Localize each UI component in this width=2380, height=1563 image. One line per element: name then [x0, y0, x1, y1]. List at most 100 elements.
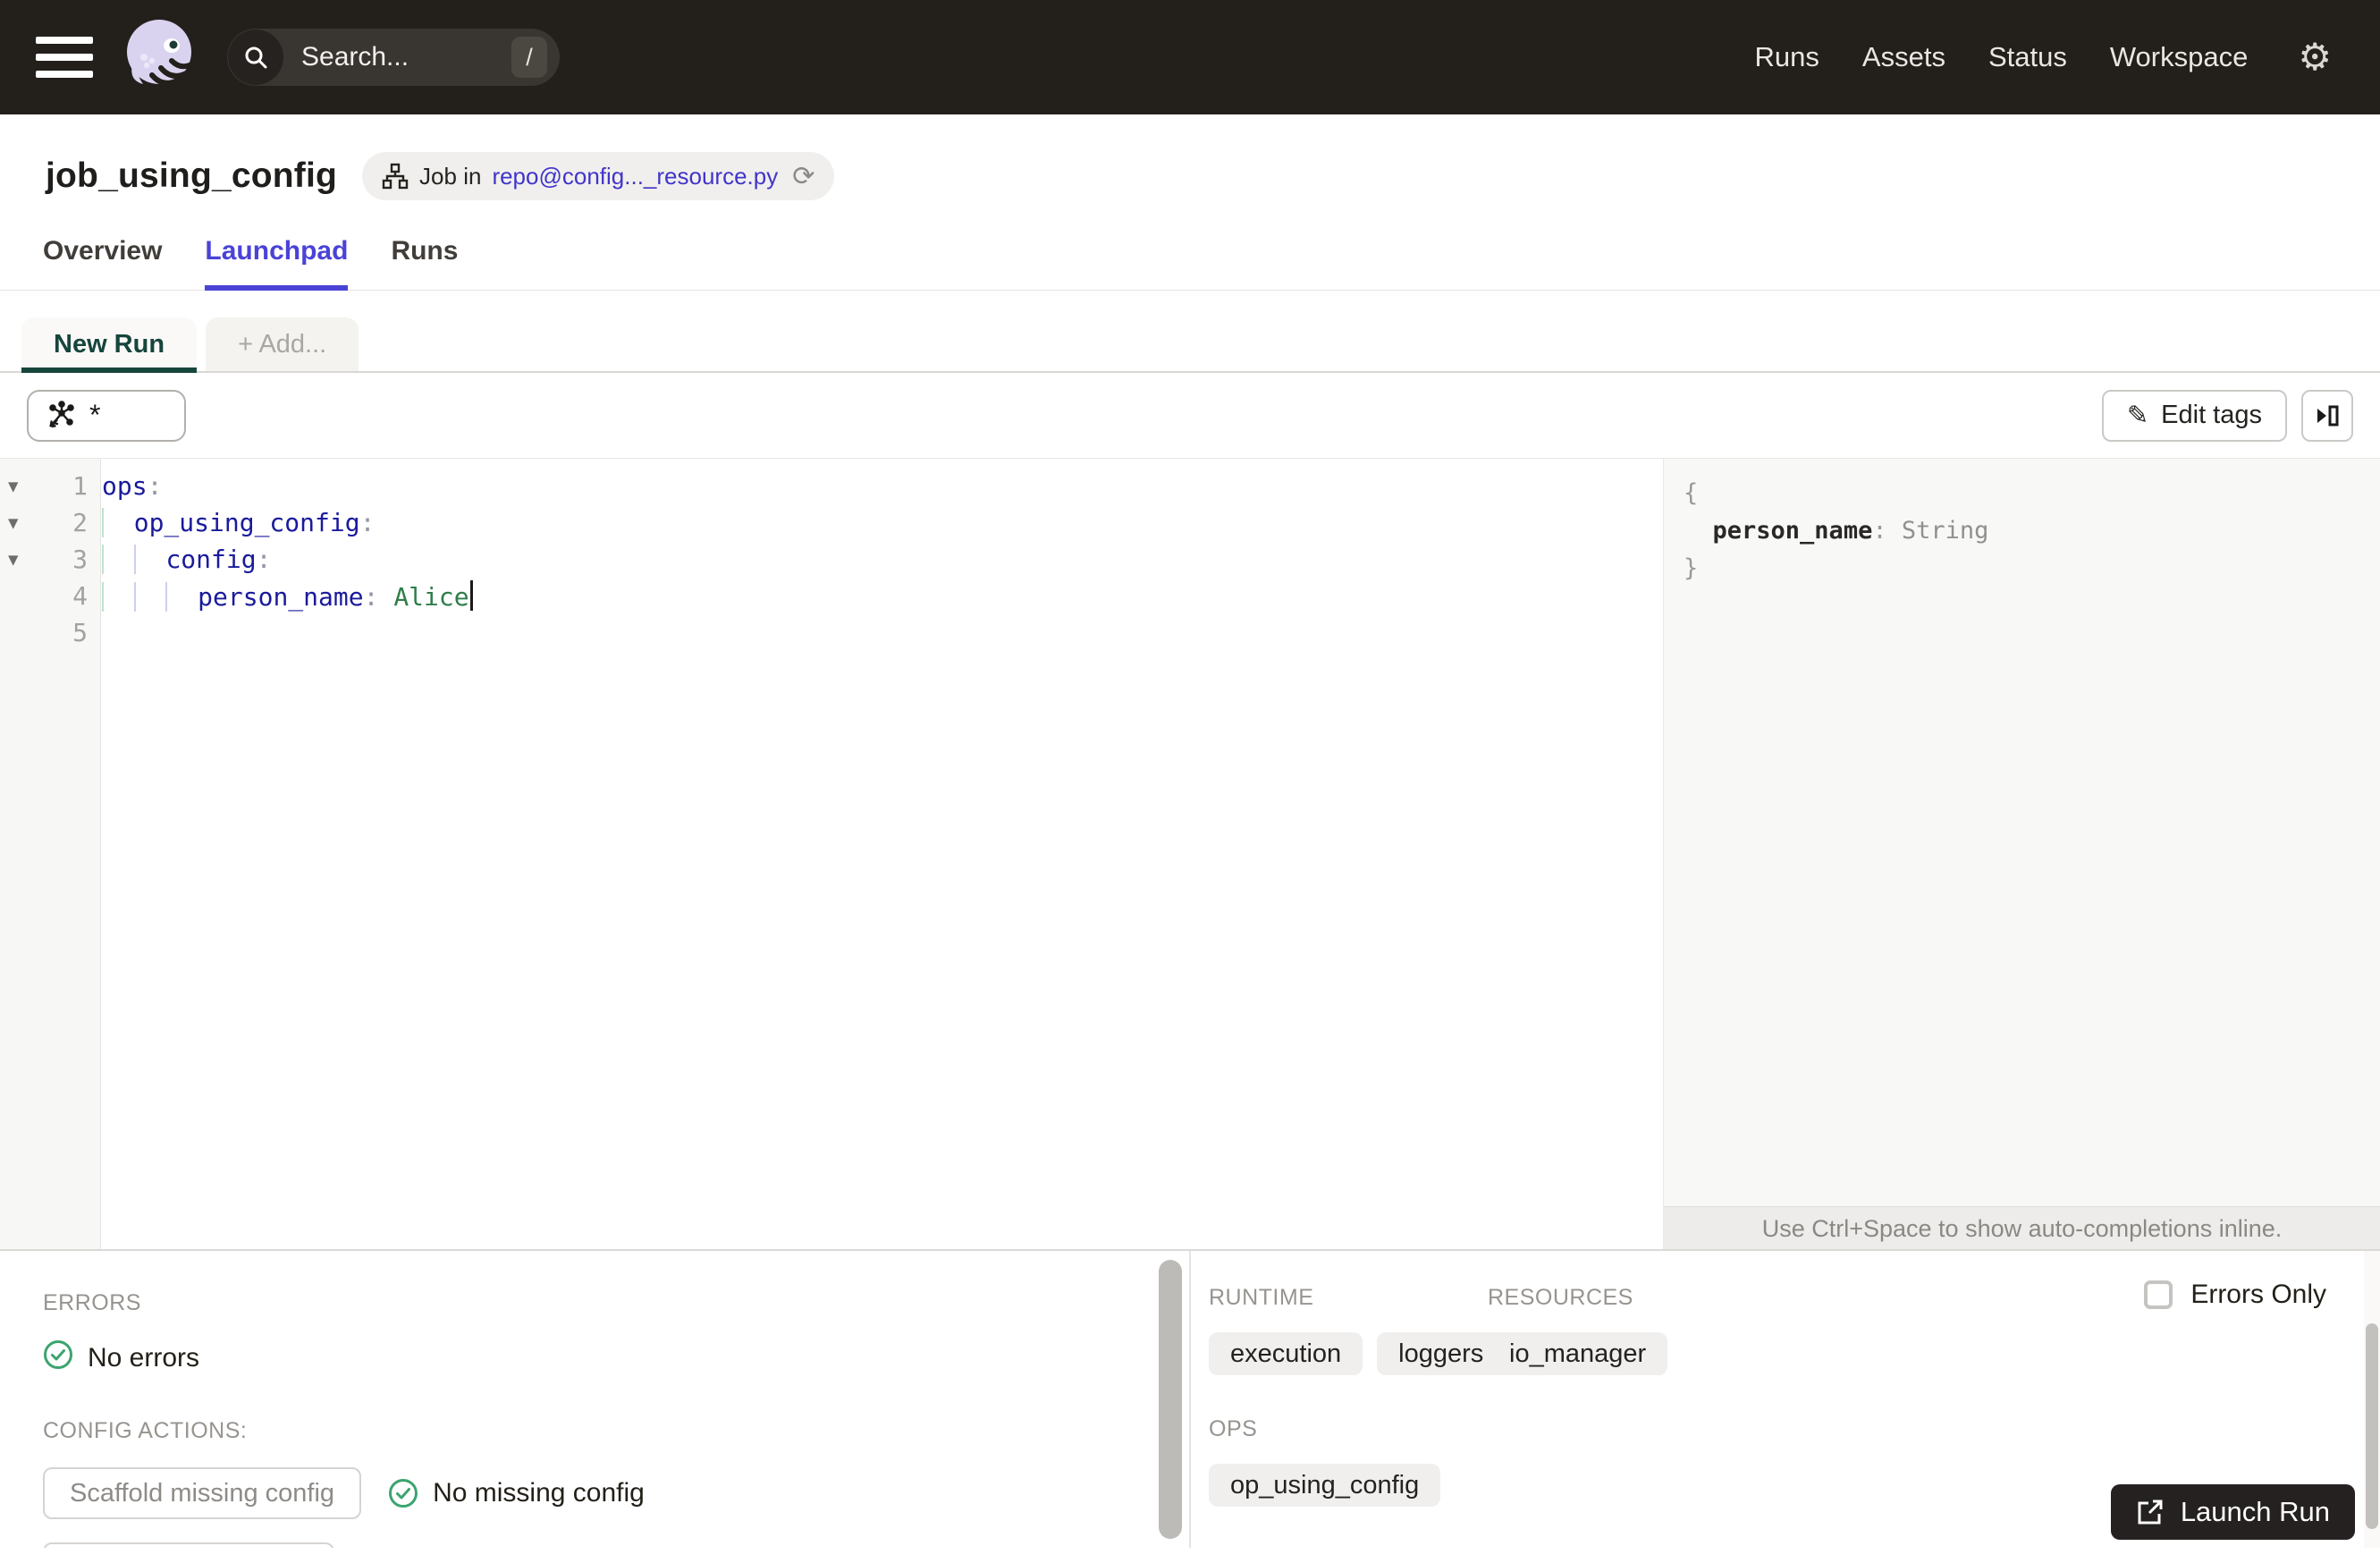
tab-new-run[interactable]: New Run — [21, 317, 198, 373]
code-token — [102, 545, 134, 574]
code-token — [133, 582, 166, 612]
refresh-icon[interactable]: ⟳ — [792, 161, 814, 192]
section-ops: OPS op_using_config — [1209, 1416, 1488, 1507]
settings-gear-icon[interactable]: ⚙ — [2298, 38, 2332, 76]
line-number: 3 — [72, 545, 88, 574]
section-tags: io_manager — [1488, 1332, 2380, 1375]
config-actions-label: CONFIG ACTIONS: — [43, 1418, 248, 1443]
editor-line-1[interactable]: ▼ 1 ops: — [0, 468, 1663, 504]
schema-entry-type: String — [1901, 517, 1989, 545]
code-token: : — [256, 545, 272, 574]
nav-link-status[interactable]: Status — [1988, 41, 2067, 73]
tab-launchpad[interactable]: Launchpad — [205, 236, 349, 291]
line-code: op_using_config: — [102, 508, 375, 537]
line-code: config: — [102, 545, 271, 574]
nav-link-runs[interactable]: Runs — [1755, 41, 1819, 73]
code-token: Alice — [393, 582, 469, 612]
graph-nodes-icon — [49, 400, 74, 427]
schema-entry: person_name: String — [1684, 512, 2380, 550]
tag-loggers[interactable]: loggers — [1377, 1332, 1506, 1375]
fold-arrow-icon[interactable]: ▼ — [0, 513, 32, 533]
line-code: ops: — [102, 471, 162, 501]
op-selector-input[interactable]: * — [27, 389, 186, 442]
action-status-text: No missing config — [433, 1478, 645, 1508]
autocomplete-hint: Use Ctrl+Space to show auto-completions … — [1664, 1206, 2380, 1249]
launch-icon — [2138, 1500, 2163, 1525]
tag-io_manager[interactable]: io_manager — [1488, 1332, 1668, 1375]
tab-runs[interactable]: Runs — [391, 236, 458, 290]
text-cursor — [469, 580, 473, 611]
launch-run-label: Launch Run — [2180, 1496, 2330, 1527]
nav-link-workspace[interactable]: Workspace — [2110, 41, 2249, 73]
yaml-editor[interactable]: ▼ 1 ops: ▼ 2 op_using_config: ▼ 3 config: 4 per… — [0, 459, 1663, 1249]
errors-panel-scrollbar[interactable] — [1159, 1260, 1182, 1539]
nav-link-assets[interactable]: Assets — [1862, 41, 1945, 73]
code-token: ops — [102, 471, 148, 501]
no-errors-row: No errors — [43, 1339, 1189, 1377]
section-tags: op_using_config — [1209, 1464, 1488, 1507]
schema-open-brace: { — [1684, 479, 1699, 507]
config-action-row: Scaffold missing config No missing confi… — [43, 1467, 1189, 1519]
action-button-1[interactable]: Remove extra config — [43, 1542, 334, 1548]
op-selector-value: * — [89, 399, 101, 431]
errors-panel: ERRORS No errors CONFIG ACTIONS: Scaffol… — [0, 1251, 1189, 1548]
editor-lines: ▼ 1 ops: ▼ 2 op_using_config: ▼ 3 config: 4 per… — [0, 459, 1663, 651]
page-title: job_using_config — [46, 156, 338, 195]
search-placeholder: Search... — [301, 42, 409, 72]
editor-line-3[interactable]: ▼ 3 config: — [0, 541, 1663, 578]
main-tabs: Overview Launchpad Runs — [0, 236, 2380, 291]
launchpad-toolbar: * ✎ Edit tags — [0, 373, 2380, 459]
tag-op_using_config[interactable]: op_using_config — [1209, 1464, 1441, 1507]
fold-arrow-icon[interactable]: ▼ — [0, 477, 32, 496]
page-header: job_using_config Job in repo@config..._r… — [0, 114, 2380, 200]
run-config-tabs: New Run + Add... — [0, 317, 2380, 373]
no-errors-check — [43, 1339, 73, 1377]
editor-line-4[interactable]: 4 person_name: Alice — [0, 578, 1663, 614]
action-button-0[interactable]: Scaffold missing config — [43, 1467, 362, 1519]
sitemap-icon — [382, 163, 409, 190]
nav-links: Runs Assets Status Workspace ⚙ — [1755, 38, 2344, 76]
search-input[interactable]: Search... / — [227, 29, 560, 86]
tag-execution[interactable]: execution — [1209, 1332, 1363, 1375]
code-token: : — [147, 471, 163, 501]
code-token: op_using_config — [133, 508, 360, 537]
edit-tags-label: Edit tags — [2161, 401, 2262, 429]
dagster-logo-icon[interactable] — [116, 9, 202, 106]
preview-scrollbar-thumb[interactable] — [2366, 1323, 2378, 1529]
section-label: RUNTIME — [1209, 1285, 1314, 1310]
collapse-panel-button[interactable] — [2301, 389, 2353, 442]
add-config-tab-button[interactable]: + Add... — [206, 317, 359, 371]
check-circle-icon — [389, 1479, 418, 1508]
preview-sections: RUNTIME execution loggers RESOURCES io_manag… — [1209, 1285, 2380, 1507]
errors-only-checkbox[interactable] — [2144, 1280, 2173, 1309]
code-token — [102, 508, 134, 537]
search-icon — [228, 30, 283, 85]
line-number: 4 — [72, 581, 88, 611]
collapse-panel-icon — [2317, 405, 2339, 426]
job-badge-prefix: Job in — [419, 162, 482, 190]
bottom-panels: ERRORS No errors CONFIG ACTIONS: Scaffol… — [0, 1249, 2380, 1548]
code-token: person_name — [198, 582, 364, 612]
launch-run-button[interactable]: Launch Run — [2110, 1484, 2355, 1540]
editor-line-5[interactable]: 5 — [0, 614, 1663, 651]
preview-scrollbar-track[interactable] — [2364, 1251, 2380, 1548]
no-errors-text: No errors — [88, 1343, 200, 1373]
code-token: config — [165, 545, 257, 574]
line-code: person_name: Alice — [102, 580, 473, 612]
errors-label: ERRORS — [43, 1290, 141, 1315]
search-shortcut-key: / — [511, 37, 547, 78]
repo-link[interactable]: repo@config..._resource.py — [492, 163, 778, 190]
action-status: No missing config — [388, 1478, 645, 1508]
config-action-row: Remove extra config No extra config to r… — [43, 1542, 1189, 1548]
editor-line-2[interactable]: ▼ 2 op_using_config: — [0, 504, 1663, 541]
section-tags: execution loggers — [1209, 1332, 1506, 1375]
tab-overview[interactable]: Overview — [43, 236, 162, 290]
menu-icon[interactable] — [36, 37, 93, 78]
config-editor-section: ▼ 1 ops: ▼ 2 op_using_config: ▼ 3 config: 4 per… — [0, 459, 2380, 1249]
schema-entry-key: person_name — [1712, 517, 1873, 545]
code-token — [133, 545, 166, 574]
line-number: 1 — [72, 471, 88, 501]
fold-arrow-icon[interactable]: ▼ — [0, 550, 32, 570]
edit-tags-button[interactable]: ✎ Edit tags — [2101, 389, 2287, 442]
